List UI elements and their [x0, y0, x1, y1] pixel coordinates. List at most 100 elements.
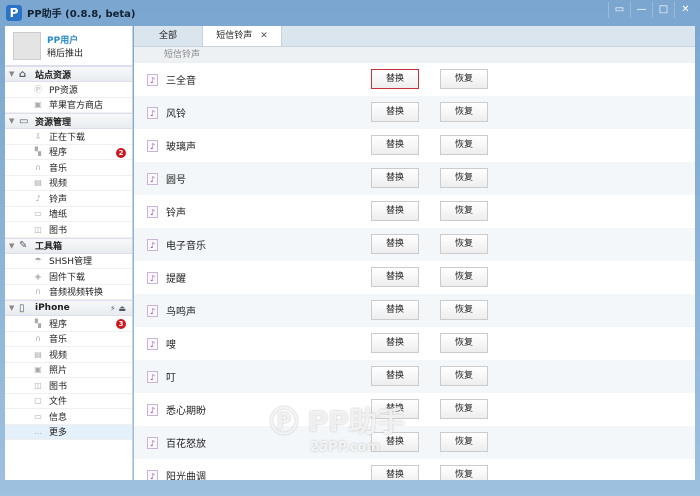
music-file-icon: ♪	[147, 106, 158, 119]
ringtone-name: 嗖	[166, 340, 176, 351]
replace-button[interactable]: 替换	[371, 465, 419, 480]
restore-button[interactable]: 恢复	[440, 102, 488, 122]
apps-icon: ▚	[34, 318, 42, 328]
ringtone-row: ♪ 嗖 替换 恢复	[134, 327, 695, 360]
user-name[interactable]: PP用户	[47, 33, 83, 46]
pp-icon: Ⓟ	[34, 84, 42, 94]
replace-button[interactable]: 替换	[371, 201, 419, 221]
music-file-icon: ♪	[147, 238, 158, 251]
download-icon: ⇩	[34, 131, 42, 141]
restore-button[interactable]: 恢复	[440, 333, 488, 353]
restore-button[interactable]: 恢复	[440, 234, 488, 254]
sidebar-section[interactable]: ▼ ✎ 工具箱	[5, 237, 132, 254]
restore-button[interactable]: 恢复	[440, 168, 488, 188]
book-icon: ◫	[34, 380, 42, 390]
photo-icon: ▣	[34, 365, 42, 375]
restore-button[interactable]: 恢复	[440, 432, 488, 452]
minimize-button[interactable]: —	[630, 2, 652, 18]
sidebar-item[interactable]: ∩ 音频视频转换	[5, 285, 132, 300]
convert-icon: ∩	[35, 287, 41, 297]
expand-arrow-icon[interactable]: ▼	[9, 117, 19, 125]
apps-icon: ▚	[34, 147, 42, 157]
toolbox-icon: ✎	[19, 240, 28, 251]
sidebar-item[interactable]: ◫ 图书	[5, 222, 132, 238]
replace-button[interactable]: 替换	[371, 366, 419, 386]
replace-button[interactable]: 替换	[371, 102, 419, 122]
sidebar-item[interactable]: ▣ 苹果官方商店	[5, 98, 132, 113]
expand-arrow-icon[interactable]: ▼	[9, 242, 19, 250]
music-file-icon: ♪	[147, 205, 158, 218]
replace-button[interactable]: 替换	[371, 333, 419, 353]
ringtone-row: ♪ 风铃 替换 恢复	[134, 96, 695, 129]
message-icon: ▭	[34, 411, 42, 421]
sidebar-item[interactable]: ◈ 固件下载	[5, 269, 132, 285]
restore-button[interactable]: 恢复	[440, 366, 488, 386]
headphones-icon: ∩	[35, 334, 41, 344]
sidebar-item[interactable]: ▣ 照片	[5, 363, 132, 378]
sidebar-section[interactable]: ▼ ⌂ 站点资源	[5, 66, 132, 82]
replace-button[interactable]: 替换	[371, 135, 419, 155]
replace-button[interactable]: 替换	[371, 267, 419, 287]
sidebar-item[interactable]: ▢ 文件	[5, 394, 132, 409]
music-file-icon: ♪	[147, 403, 158, 416]
sidebar-item[interactable]: Ⓟ PP资源	[5, 82, 132, 98]
sidebar-section[interactable]: ▼ ▯ iPhone ⚡ ⏏	[5, 300, 132, 316]
sidebar-item[interactable]: ◫ 图书	[5, 378, 132, 394]
restore-button[interactable]: 恢复	[440, 135, 488, 155]
replace-button[interactable]: 替换	[371, 168, 419, 188]
sidebar-item[interactable]: ♪ 铃声	[5, 191, 132, 207]
logout-link[interactable]: 稍后推出	[47, 46, 83, 59]
home-icon: ⌂	[19, 68, 27, 80]
close-tab-icon[interactable]: ✕	[260, 31, 268, 41]
sidebar-item[interactable]: ▤ 视频	[5, 176, 132, 191]
sidebar-section[interactable]: ▼ ▭ 资源管理	[5, 113, 132, 129]
replace-button[interactable]: 替换	[371, 300, 419, 320]
more-icon: …	[34, 427, 42, 437]
ringtone-row: ♪ 提醒 替换 恢复	[134, 261, 695, 294]
sidebar-item[interactable]: ∩ 音乐	[5, 332, 132, 347]
ringtone-name: 鸟鸣声	[166, 307, 196, 318]
restore-button[interactable]: 恢复	[440, 300, 488, 320]
restore-button[interactable]: 恢复	[440, 465, 488, 480]
sidebar-item[interactable]: ▭ 墙纸	[5, 207, 132, 222]
replace-button[interactable]: 替换	[371, 69, 419, 89]
sidebar-item[interactable]: ▭ 信息	[5, 409, 132, 425]
restore-button[interactable]: 恢复	[440, 267, 488, 287]
sidebar-item[interactable]: ▚ 程序 2	[5, 145, 132, 160]
list-header: 短信铃声	[134, 47, 695, 63]
main-panel: 全部 短信铃声 ✕ 短信铃声 ♪ 三全音 替换 恢复 ♪ 风铃 替换 恢复 ♪ 玻璃声 替换 恢复 ♪ 圆号…	[134, 26, 695, 480]
restore-button[interactable]: 恢复	[440, 69, 488, 89]
tab-sms-ringtones[interactable]: 短信铃声 ✕	[202, 26, 282, 46]
ringtone-name: 阳光曲调	[166, 472, 206, 480]
sidebar-item[interactable]: ⇩ 正在下载	[5, 129, 132, 145]
close-button[interactable]: ✕	[674, 2, 696, 18]
expand-arrow-icon[interactable]: ▼	[9, 70, 19, 78]
music-file-icon: ♪	[147, 172, 158, 185]
watermark: Ⓟ PP助手 25PP.com	[270, 405, 405, 455]
image-icon: ▭	[34, 209, 42, 219]
title-bar: P PP助手 (0.8.8, beta) ▭ — □ ✕	[0, 0, 700, 25]
ringtone-name: 悉心期盼	[166, 406, 206, 417]
user-panel: PP用户 稍后推出	[5, 26, 132, 66]
sidebar-item[interactable]: … 更多	[5, 424, 132, 440]
charging-eject-icon[interactable]: ⚡ ⏏	[110, 304, 126, 313]
tab-all[interactable]: 全部	[134, 26, 202, 46]
sidebar-item[interactable]: ▚ 程序 3	[5, 316, 132, 332]
ringtone-name: 百花怒放	[166, 439, 206, 450]
expand-arrow-icon[interactable]: ▼	[9, 304, 19, 312]
maximize-button[interactable]: □	[652, 2, 674, 18]
ringtone-name: 风铃	[166, 109, 186, 120]
ringtone-row: ♪ 叮 替换 恢复	[134, 360, 695, 393]
avatar[interactable]	[13, 31, 41, 60]
restore-button[interactable]: 恢复	[440, 201, 488, 221]
skin-icon[interactable]: ▭	[608, 2, 630, 18]
sidebar-item[interactable]: ☂ SHSH管理	[5, 254, 132, 269]
note-icon: ♪	[35, 193, 41, 203]
ringtone-name: 玻璃声	[166, 142, 196, 153]
replace-button[interactable]: 替换	[371, 234, 419, 254]
sidebar-item[interactable]: ▤ 视频	[5, 347, 132, 363]
restore-button[interactable]: 恢复	[440, 399, 488, 419]
sidebar-item[interactable]: ∩ 音乐	[5, 160, 132, 176]
file-icon: ▢	[34, 396, 42, 406]
music-file-icon: ♪	[147, 436, 158, 449]
